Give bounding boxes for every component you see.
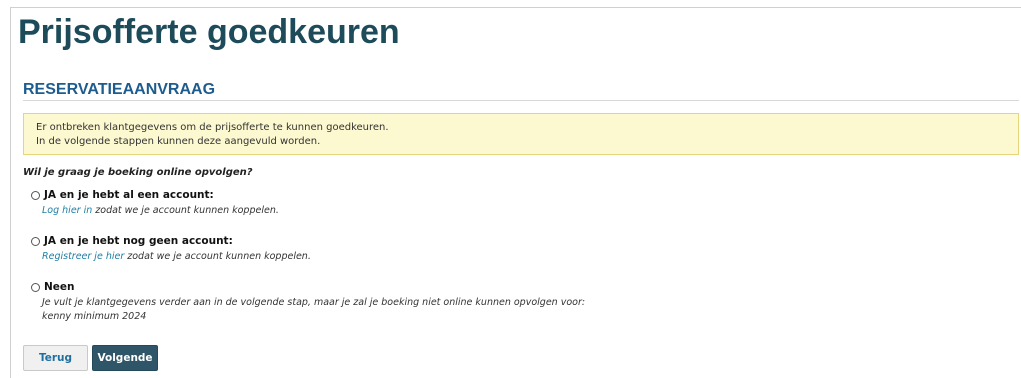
option-no-desc-line-2: kenny minimum 2024 [42, 311, 147, 322]
option-no: Neen Je vult je klantgegevens verder aan… [31, 280, 585, 324]
radio-no[interactable] [31, 282, 40, 292]
option-no-account-desc: Registreer je hier zodat we je account k… [42, 250, 311, 264]
option-has-account: JA en je hebt al een account: Log hier i… [31, 188, 279, 218]
next-button[interactable]: Volgende [92, 345, 158, 371]
notice-line-1: Er ontbreken klantgegevens om de prijsof… [36, 122, 389, 133]
radio-no-account[interactable] [31, 236, 40, 246]
register-link[interactable]: Registreer je hier [42, 251, 124, 262]
option-no-account-label[interactable]: JA en je hebt nog geen account: [44, 234, 233, 248]
follow-up-question: Wil je graag je boeking online opvolgen? [23, 167, 253, 178]
info-notice: Er ontbreken klantgegevens om de prijsof… [23, 113, 1019, 155]
login-link[interactable]: Log hier in [42, 205, 92, 216]
section-title: RESERVATIEAANVRAAG [23, 81, 216, 98]
radio-has-account[interactable] [31, 190, 40, 200]
option-has-account-desc-text: zodat we je account kunnen koppelen. [92, 205, 279, 216]
option-no-account: JA en je hebt nog geen account: Registre… [31, 234, 311, 264]
option-has-account-label[interactable]: JA en je hebt al een account: [44, 188, 214, 202]
page-title: Prijsofferte goedkeuren [18, 13, 400, 51]
page-border-top [10, 7, 1021, 8]
option-no-desc-line-1: Je vult je klantgegevens verder aan in d… [42, 297, 586, 308]
page-border-left [10, 7, 11, 378]
section-divider [23, 100, 1019, 101]
option-no-account-desc-text: zodat we je account kunnen koppelen. [124, 251, 311, 262]
back-button[interactable]: Terug [23, 345, 88, 371]
option-no-label[interactable]: Neen [44, 280, 75, 294]
option-has-account-desc: Log hier in zodat we je account kunnen k… [42, 204, 279, 218]
notice-line-2: In de volgende stappen kunnen deze aange… [36, 136, 321, 147]
